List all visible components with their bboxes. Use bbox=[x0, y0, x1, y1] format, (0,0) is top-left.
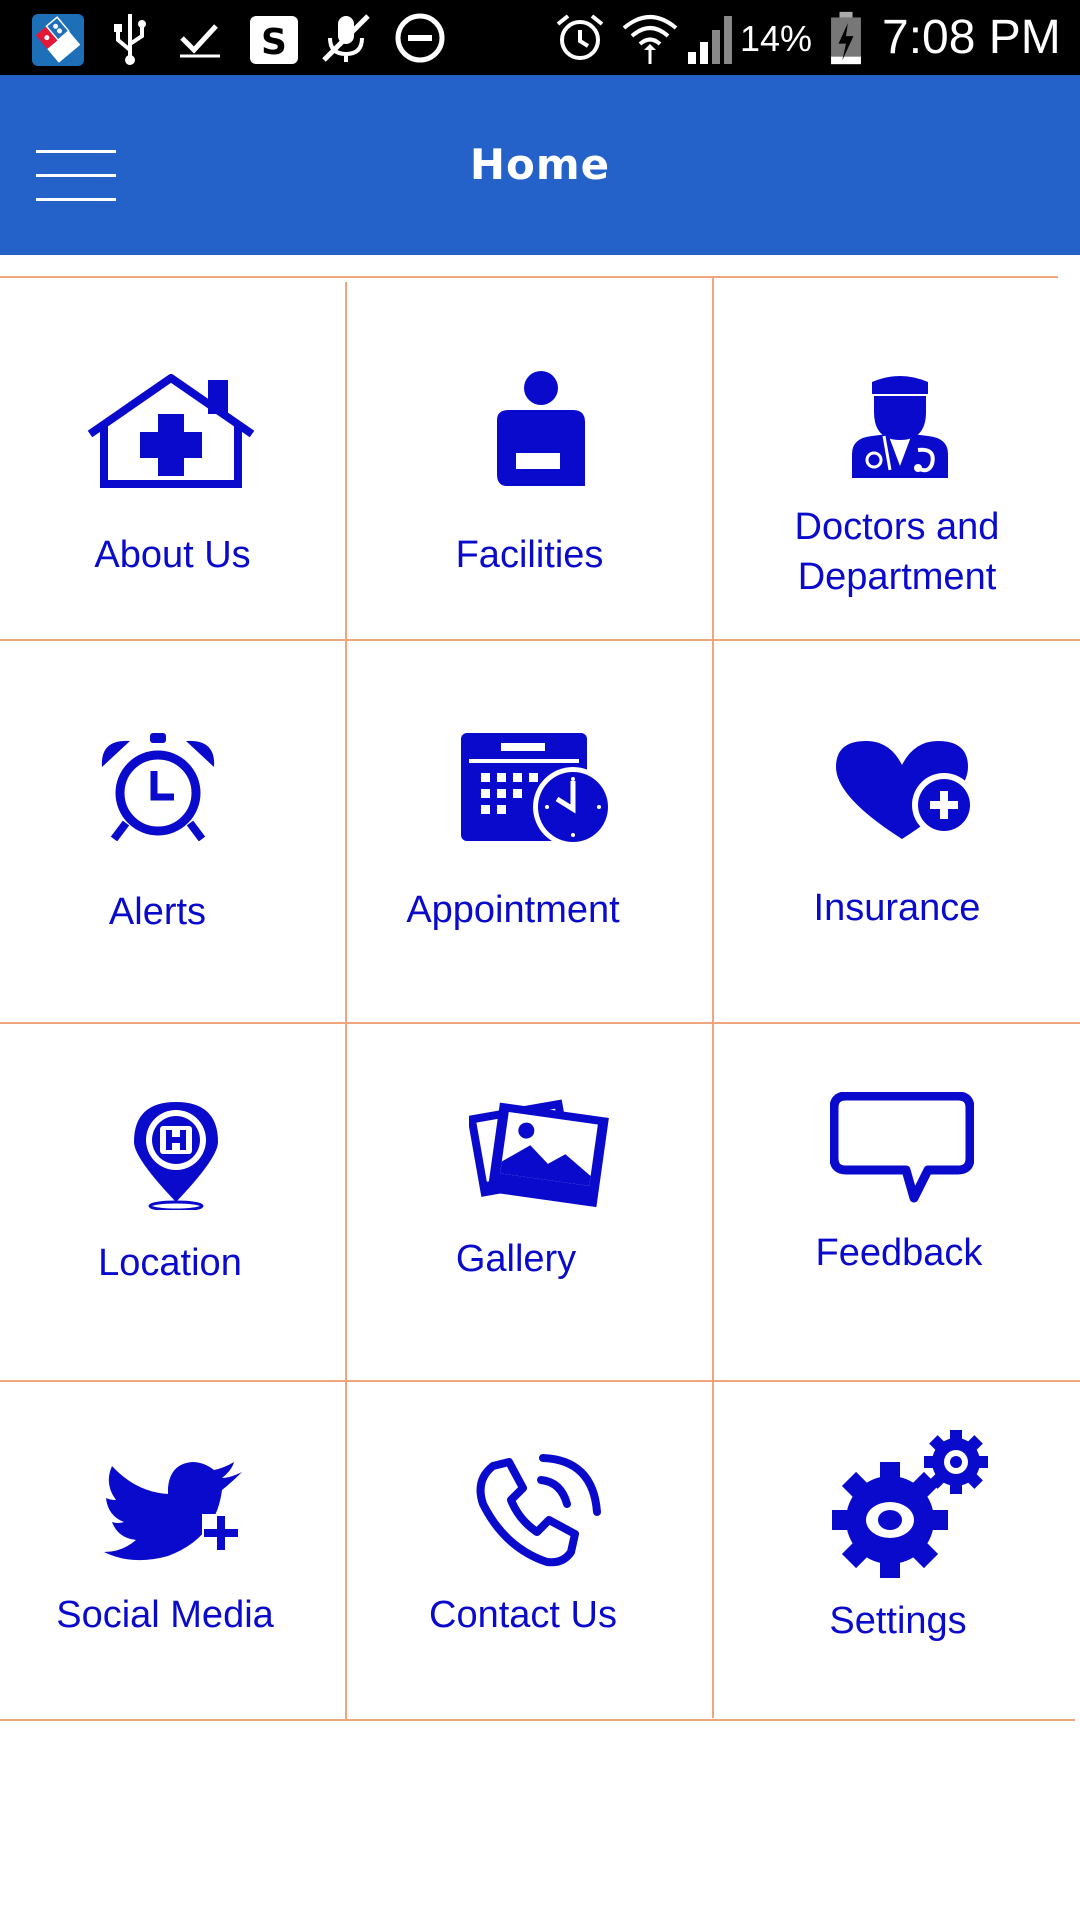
tile-label: Appointment bbox=[406, 889, 620, 931]
twitter-plus-icon bbox=[104, 1462, 242, 1561]
dominos-app-icon bbox=[32, 14, 84, 66]
menu-tile-insurance[interactable]: Insurance bbox=[714, 641, 1080, 1022]
do-not-disturb-icon bbox=[395, 13, 445, 63]
tile-label: Insurance bbox=[813, 887, 981, 929]
menu-tile-about-us[interactable]: About Us bbox=[0, 278, 345, 639]
doctor-icon bbox=[852, 376, 948, 478]
menu-tile-appointment[interactable]: Appointment bbox=[347, 641, 712, 1022]
tile-label: Gallery bbox=[455, 1238, 577, 1280]
svg-text:S: S bbox=[261, 22, 287, 63]
menu-tile-facilities[interactable]: Facilities bbox=[347, 278, 712, 639]
menu-tile-contact-us[interactable]: Contact Us bbox=[347, 1382, 712, 1719]
wifi-icon bbox=[622, 15, 678, 64]
check-notification-icon bbox=[180, 24, 220, 58]
signal-icon bbox=[688, 16, 732, 64]
alarm-clock-icon bbox=[101, 733, 215, 841]
battery-percent: 14% bbox=[740, 18, 813, 59]
heart-plus-icon bbox=[836, 741, 976, 839]
tile-label: Settings bbox=[829, 1600, 967, 1642]
menu-tile-alerts[interactable]: Alerts bbox=[0, 641, 345, 1022]
hospital-pin-icon bbox=[134, 1102, 218, 1210]
menu-tile-doctors-and-department[interactable]: Doctors and Department bbox=[714, 278, 1080, 639]
app-bar: Home bbox=[0, 75, 1080, 255]
photos-icon bbox=[469, 1099, 609, 1208]
mute-mic-icon bbox=[322, 14, 370, 62]
usb-icon bbox=[114, 14, 146, 65]
tile-label: Facilities bbox=[455, 534, 604, 576]
tile-label: Location bbox=[98, 1242, 242, 1284]
grid-divider bbox=[0, 1719, 1075, 1721]
menu-tile-location[interactable]: Location bbox=[0, 1024, 345, 1380]
money-icon: S bbox=[250, 16, 298, 64]
page-title: Home bbox=[469, 140, 611, 189]
alarm-icon bbox=[556, 14, 604, 60]
phone-call-icon bbox=[476, 1454, 601, 1567]
tile-label: Social Media bbox=[56, 1594, 274, 1636]
speech-bubble-icon bbox=[830, 1092, 974, 1203]
battery-charging-icon bbox=[831, 11, 861, 65]
status-bar: S 14% 7:08 PM bbox=[0, 0, 1080, 75]
house-plus-icon bbox=[87, 374, 255, 488]
tile-label: Feedback bbox=[815, 1232, 983, 1274]
clock-time: 7:08 PM bbox=[882, 11, 1061, 64]
tile-label: Alerts bbox=[108, 891, 207, 933]
menu-tile-feedback[interactable]: Feedback bbox=[714, 1024, 1080, 1380]
menu-tile-settings[interactable]: Settings bbox=[714, 1382, 1080, 1719]
gears-icon bbox=[832, 1430, 988, 1578]
menu-tile-gallery[interactable]: Gallery bbox=[347, 1024, 712, 1380]
facilities-person-icon bbox=[497, 371, 585, 486]
tile-label: Doctors and Department bbox=[794, 506, 1000, 598]
tile-label: About Us bbox=[94, 534, 251, 576]
menu-tile-social-media[interactable]: Social Media bbox=[0, 1382, 345, 1719]
tile-label: Contact Us bbox=[429, 1594, 617, 1636]
calendar-clock-icon bbox=[461, 733, 613, 847]
